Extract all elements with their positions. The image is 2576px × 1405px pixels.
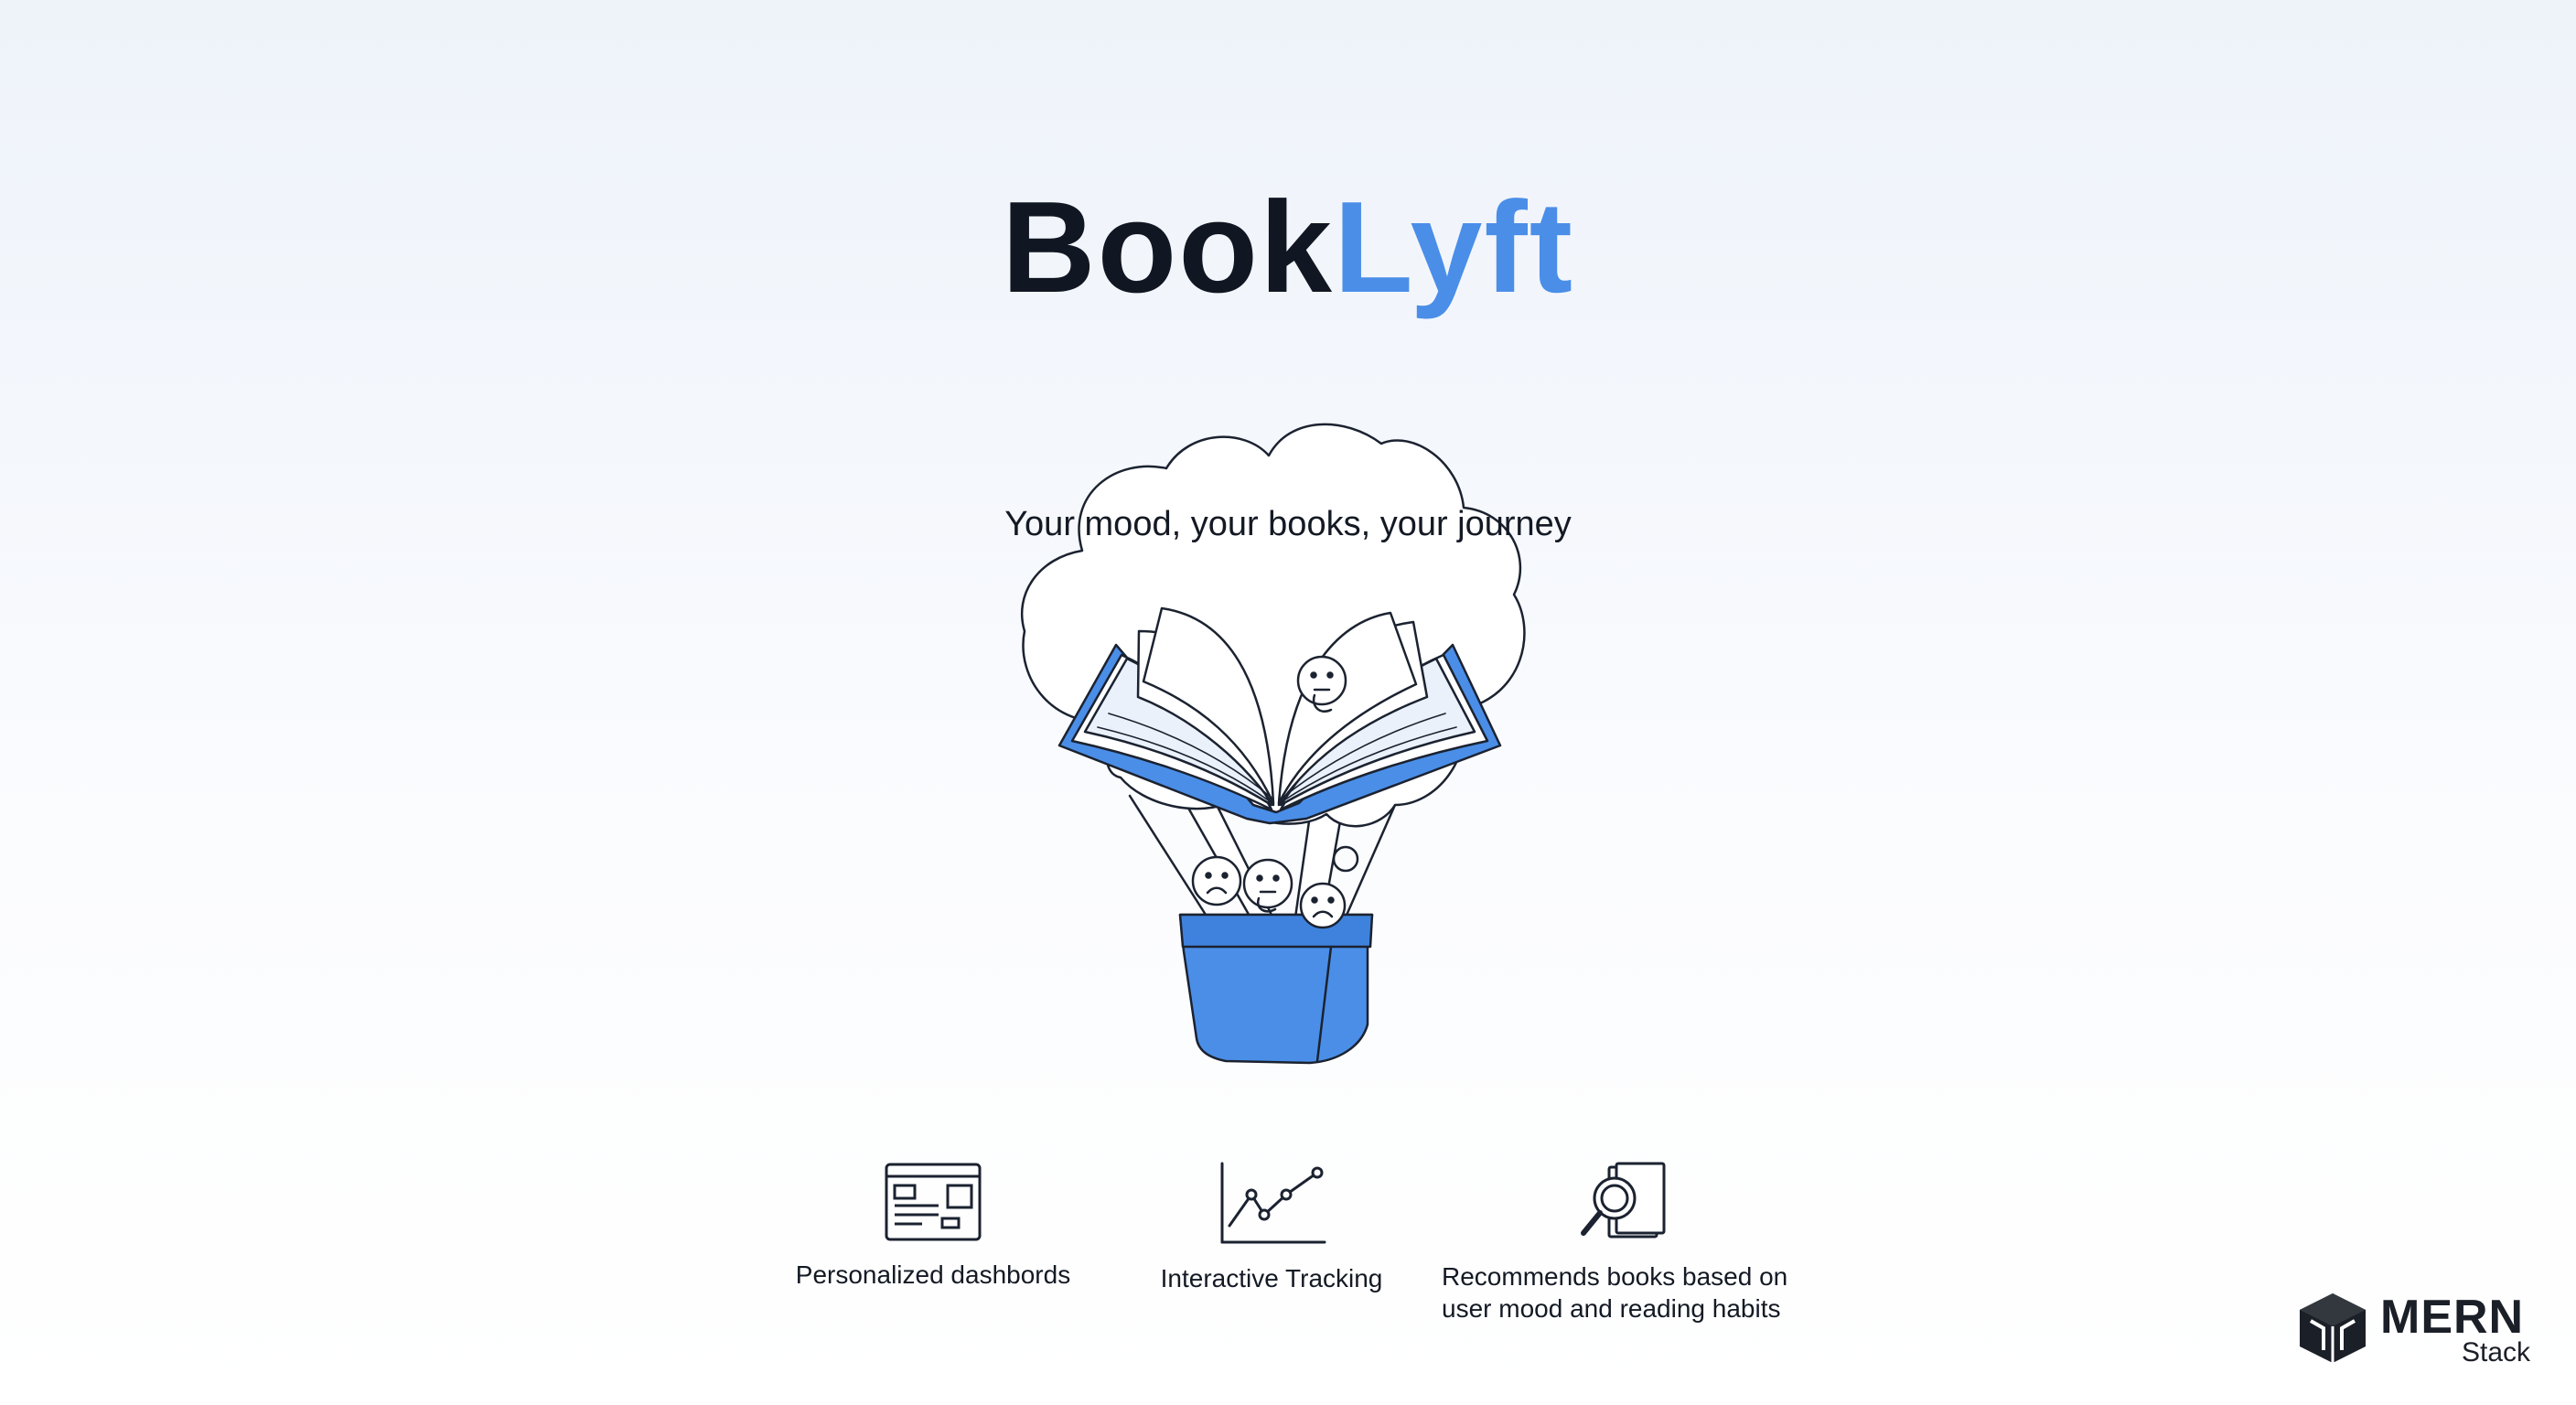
tagline: Your mood, your books, your journey <box>1004 505 1572 543</box>
sad-face-icon-1 <box>1191 855 1242 906</box>
line-chart-icon <box>1220 1162 1326 1244</box>
feature-label-dashboards: Personalized dashbords <box>795 1260 1071 1289</box>
feature-label-tracking: Interactive Tracking <box>1160 1264 1383 1292</box>
feature-label-recommendations: Recommends books based on user mood and … <box>1442 1262 1788 1323</box>
mern-stack-logo: MERN Stack <box>2294 1286 2532 1368</box>
brand-subtitle: Stack <box>2461 1337 2530 1367</box>
cube-logo-icon <box>2300 1293 2366 1363</box>
brand-name: MERN <box>2380 1291 2525 1344</box>
sad-face-icon-2 <box>1299 882 1347 929</box>
book-search-icon <box>1581 1162 1666 1239</box>
feature-recommendations: Recommends books based on user mood and … <box>1427 1162 1830 1325</box>
dashboard-icon <box>885 1163 982 1241</box>
feature-dashboards: Personalized dashbords <box>768 1162 1098 1291</box>
feature-tracking: Interactive Tracking <box>1134 1162 1409 1294</box>
